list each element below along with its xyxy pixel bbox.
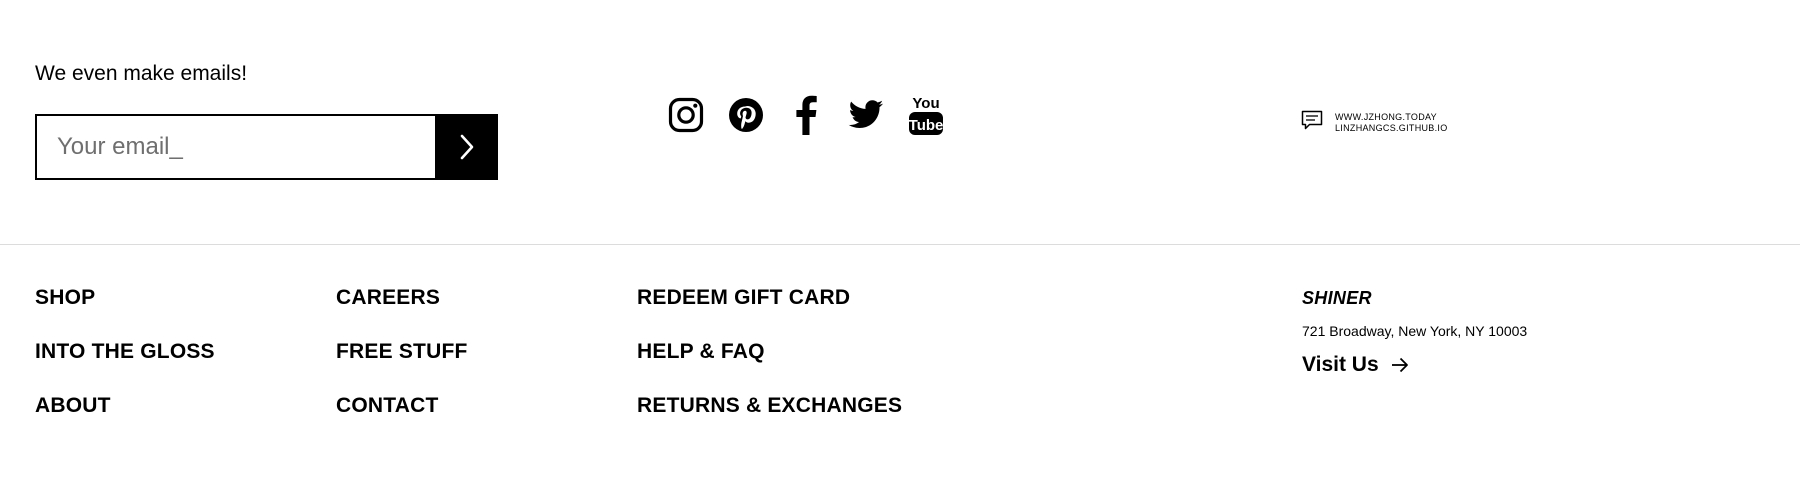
- social-links: You Tube: [668, 93, 944, 137]
- visit-us-link[interactable]: Visit Us: [1302, 353, 1527, 377]
- nav-link-into-the-gloss[interactable]: INTO THE GLOSS: [35, 339, 215, 393]
- visit-us-label: Visit Us: [1302, 353, 1379, 376]
- footer-top-section: We even make emails! Your email_ You Tub…: [0, 0, 1800, 244]
- nav-link-free-stuff[interactable]: FREE STUFF: [336, 339, 468, 393]
- nav-link-contact[interactable]: CONTACT: [336, 393, 468, 447]
- pinterest-icon: [729, 98, 763, 132]
- contact-link-github[interactable]: LINZHANGCS.GITHUB.IO: [1335, 123, 1448, 134]
- email-submit-button[interactable]: [435, 114, 498, 180]
- nav-link-careers[interactable]: CAREERS: [336, 285, 468, 339]
- nav-link-about[interactable]: ABOUT: [35, 393, 215, 447]
- footer-nav-column-1: SHOP INTO THE GLOSS ABOUT: [35, 285, 215, 447]
- footer-nav-column-3: REDEEM GIFT CARD HELP & FAQ RETURNS & EX…: [637, 285, 902, 447]
- facebook-link[interactable]: [788, 93, 824, 137]
- store-info: SHINER 721 Broadway, New York, NY 10003 …: [1302, 288, 1527, 377]
- nav-link-shop[interactable]: SHOP: [35, 285, 215, 339]
- youtube-link[interactable]: You Tube: [908, 93, 944, 137]
- nav-link-redeem-gift-card[interactable]: REDEEM GIFT CARD: [637, 285, 902, 339]
- instagram-icon: [668, 97, 704, 133]
- youtube-you-text: You: [912, 95, 939, 112]
- message-icon: [1301, 110, 1323, 130]
- nav-link-help-faq[interactable]: HELP & FAQ: [637, 339, 902, 393]
- twitter-icon: [848, 100, 883, 128]
- chevron-right-icon: [460, 134, 473, 160]
- pinterest-link[interactable]: [728, 93, 764, 137]
- footer-bottom-section: SHOP INTO THE GLOSS ABOUT CAREERS FREE S…: [0, 245, 1800, 488]
- facebook-icon: [796, 95, 817, 135]
- contact-info: WWW.JZHONG.TODAY LINZHANGCS.GITHUB.IO: [1301, 110, 1448, 134]
- instagram-link[interactable]: [668, 93, 704, 137]
- nav-link-returns-exchanges[interactable]: RETURNS & EXCHANGES: [637, 393, 902, 447]
- store-address: 721 Broadway, New York, NY 10003: [1302, 323, 1528, 339]
- newsletter-form: [35, 114, 498, 180]
- footer-nav-column-2: CAREERS FREE STUFF CONTACT: [336, 285, 468, 447]
- youtube-tube-text: Tube: [909, 117, 944, 134]
- newsletter-heading: We even make emails!: [35, 62, 248, 85]
- arrow-right-icon: [1391, 357, 1408, 373]
- store-name: SHINER: [1302, 288, 1372, 308]
- email-input[interactable]: [35, 114, 435, 180]
- twitter-link[interactable]: [848, 93, 884, 137]
- youtube-icon: You Tube: [909, 95, 944, 135]
- contact-link-website[interactable]: WWW.JZHONG.TODAY: [1335, 112, 1448, 123]
